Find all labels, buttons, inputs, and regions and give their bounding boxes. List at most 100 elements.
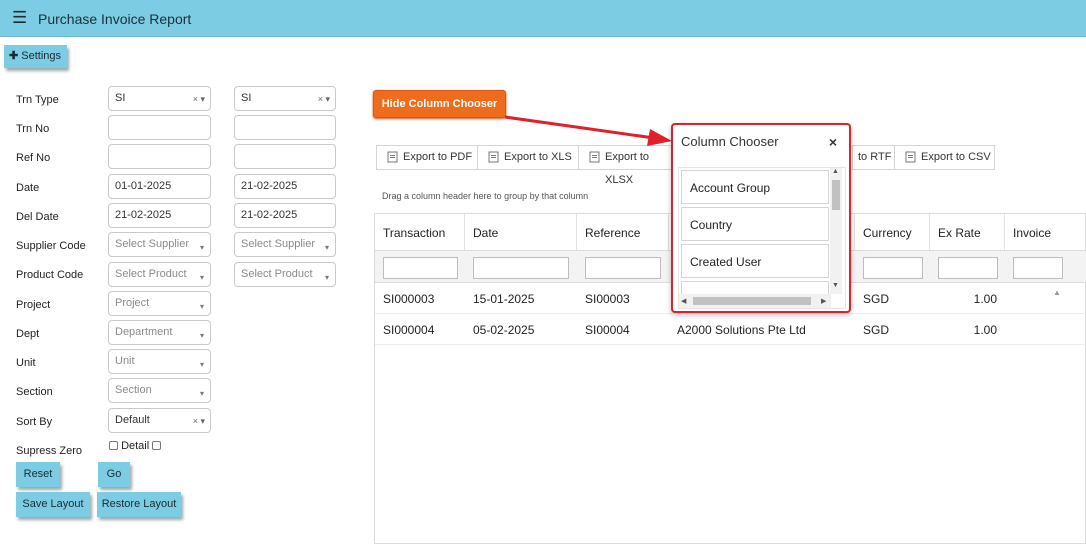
trn-type-from-select[interactable]: SI × ▾: [108, 86, 211, 111]
clear-dropdown-icon[interactable]: × ▾: [318, 92, 330, 107]
filter-input-currency[interactable]: [863, 257, 923, 279]
dept-select[interactable]: Department ▾: [108, 320, 211, 345]
filter-input-date[interactable]: [473, 257, 569, 279]
ref-no-label: Ref No: [16, 152, 51, 164]
trn-type-to-select[interactable]: SI × ▾: [234, 86, 336, 111]
cell-ex-rate: 1.00: [973, 323, 997, 337]
chevron-down-icon: ▾: [199, 331, 204, 340]
cell-transaction: SI000004: [383, 323, 435, 337]
column-header-ex-rate[interactable]: Ex Rate: [930, 214, 1005, 250]
top-bar: ☰ Purchase Invoice Report: [0, 0, 1086, 37]
sort-by-label: Sort By: [16, 416, 53, 428]
table-row[interactable]: SI000004 05-02-2025 SI00004 A2000 Soluti…: [375, 315, 1086, 345]
filter-input-ex-rate[interactable]: [938, 257, 998, 279]
unit-label: Unit: [16, 357, 36, 369]
column-header-currency[interactable]: Currency: [855, 214, 930, 250]
column-header-date[interactable]: Date: [465, 214, 577, 250]
supress-zero-checkbox[interactable]: [109, 441, 118, 450]
column-chooser-item[interactable]: Country: [681, 207, 829, 241]
scroll-up-icon[interactable]: ▲: [1053, 288, 1061, 297]
annotation-arrow-icon: [504, 115, 672, 146]
restore-layout-button[interactable]: Restore Layout: [97, 492, 181, 517]
trn-type-label: Trn Type: [16, 94, 59, 106]
project-select[interactable]: Project ▾: [108, 291, 211, 316]
del-date-label: Del Date: [16, 211, 59, 223]
chevron-down-icon: ▾: [199, 302, 204, 311]
scroll-right-icon[interactable]: ▶: [821, 297, 826, 305]
vertical-scrollbar[interactable]: ▲ ▼: [830, 168, 842, 294]
chevron-down-icon: ▾: [199, 273, 204, 282]
export-xls-icon: [488, 151, 499, 163]
cell-transaction: SI000003: [383, 292, 435, 306]
cell-reference: SI00004: [585, 323, 630, 337]
filter-input-transaction[interactable]: [383, 257, 458, 279]
cell-date: 05-02-2025: [473, 323, 535, 337]
product-from-select[interactable]: Select Product ▾: [108, 262, 211, 287]
go-button[interactable]: Go: [98, 462, 130, 487]
cell-date: 15-01-2025: [473, 292, 535, 306]
supplier-code-label: Supplier Code: [16, 240, 86, 252]
ref-no-from-input[interactable]: [108, 144, 211, 169]
supplier-to-select[interactable]: Select Supplier ▾: [234, 232, 336, 257]
scroll-up-icon[interactable]: ▲: [832, 168, 839, 175]
clear-dropdown-icon[interactable]: × ▾: [193, 92, 205, 107]
del-date-from-input[interactable]: 21-02-2025: [108, 203, 211, 228]
column-chooser-panel: Column Chooser × Account Group Country C…: [671, 123, 851, 313]
horizontal-scrollbar[interactable]: ◀ ▶: [679, 294, 831, 308]
column-chooser-item[interactable]: Account Group: [681, 170, 829, 204]
export-csv-button[interactable]: Export to CSV: [895, 146, 995, 169]
unit-select[interactable]: Unit ▾: [108, 349, 211, 374]
section-label: Section: [16, 386, 53, 398]
reset-button[interactable]: Reset: [16, 462, 60, 487]
section-select[interactable]: Section ▾: [108, 378, 211, 403]
del-date-to-input[interactable]: 21-02-2025: [234, 203, 336, 228]
trn-no-from-input[interactable]: [108, 115, 211, 140]
export-toolbar-right: to RTF Export to CSV: [852, 145, 995, 170]
filter-input-invoice[interactable]: [1013, 257, 1063, 279]
date-from-input[interactable]: 01-01-2025: [108, 174, 211, 199]
settings-label: Settings: [21, 50, 62, 62]
save-layout-button[interactable]: Save Layout: [16, 492, 90, 517]
trn-no-to-input[interactable]: [234, 115, 336, 140]
detail-checkbox[interactable]: [152, 441, 162, 450]
page-title: Purchase Invoice Report: [38, 11, 192, 27]
date-to-input[interactable]: 21-02-2025: [234, 174, 336, 199]
column-header-invoice[interactable]: Invoice: [1005, 214, 1086, 250]
column-chooser-item[interactable]: Created User: [681, 244, 829, 278]
cell-currency: SGD: [863, 323, 890, 337]
group-panel-hint: Drag a column header here to group by th…: [382, 191, 589, 201]
project-label: Project: [16, 299, 51, 311]
cell-reference: SI00003: [585, 292, 630, 306]
clear-dropdown-icon[interactable]: × ▾: [193, 414, 205, 429]
supress-zero-label: Supress Zero: [16, 445, 83, 457]
cell-currency: SGD: [863, 292, 890, 306]
column-header-reference[interactable]: Reference: [577, 214, 669, 250]
detail-label: Detail: [121, 440, 150, 452]
column-chooser-title: Column Chooser: [681, 134, 779, 149]
export-rtf-button[interactable]: to RTF: [853, 146, 895, 169]
column-chooser-list: Account Group Country Created User Credi…: [678, 167, 846, 309]
horizontal-scroll-thumb[interactable]: [693, 297, 811, 305]
supplier-from-select[interactable]: Select Supplier ▾: [108, 232, 211, 257]
hide-column-chooser-button[interactable]: Hide Column Chooser: [373, 90, 506, 118]
export-pdf-button[interactable]: Export to PDF: [377, 146, 478, 169]
chevron-down-icon: ▾: [324, 273, 329, 282]
product-to-select[interactable]: Select Product ▾: [234, 262, 336, 287]
plus-icon: ✚: [9, 50, 19, 62]
trn-no-label: Trn No: [16, 123, 50, 135]
filter-input-reference[interactable]: [585, 257, 661, 279]
scroll-left-icon[interactable]: ◀: [681, 297, 686, 305]
product-code-label: Product Code: [16, 269, 84, 281]
settings-button[interactable]: ✚ Settings: [4, 45, 68, 68]
menu-icon[interactable]: ☰: [12, 8, 27, 28]
chevron-down-icon: ▾: [199, 243, 204, 252]
cell-ex-rate: 1.00: [973, 292, 997, 306]
vertical-scroll-thumb[interactable]: [832, 180, 840, 210]
sort-by-select[interactable]: Default × ▾: [108, 408, 211, 433]
ref-no-to-input[interactable]: [234, 144, 336, 169]
close-icon[interactable]: ×: [829, 134, 837, 150]
column-header-transaction[interactable]: Transaction: [375, 214, 465, 250]
scroll-down-icon[interactable]: ▼: [832, 282, 839, 289]
supress-zero-options: Detail: [109, 440, 162, 452]
chevron-down-icon: ▾: [324, 243, 329, 252]
